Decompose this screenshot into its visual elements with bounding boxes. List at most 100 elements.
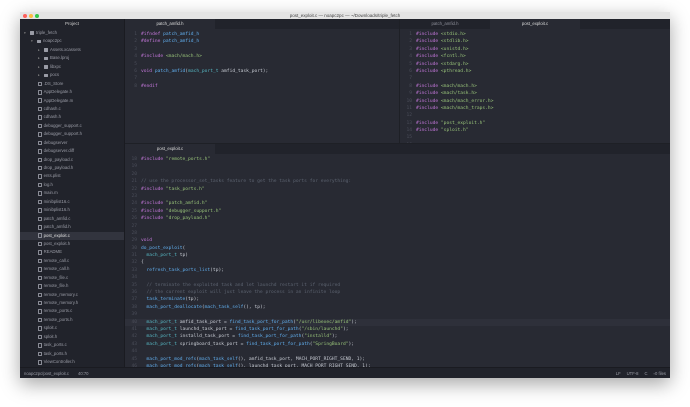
tree-item[interactable]: debugserver (20, 139, 124, 147)
tree-item[interactable]: debugserver.diff (20, 147, 124, 155)
tree-item[interactable]: debugger_support.h (20, 130, 124, 138)
code-line: 3 #include <unistd.h> (400, 46, 670, 53)
tree-item[interactable]: remote_memory.c (20, 291, 124, 299)
tab-bar: post_exploit.c (125, 144, 670, 154)
code-token: <stdarg.h> (440, 61, 469, 67)
code-token: mach_task_self (199, 356, 238, 362)
code-area[interactable]: 18 #include "remote_ports.h" 19 20 21 // use … (125, 154, 670, 367)
project-title: Project (64, 21, 79, 26)
tree-item[interactable]: post_exploit.c (20, 231, 124, 240)
status-line-ending[interactable]: LF (616, 368, 621, 378)
editor-pane-bottom[interactable]: post_exploit.c 18 #include "remote_ports.h… (125, 143, 670, 367)
status-file-path[interactable]: noapc2pc/post_exploit.c (24, 368, 69, 378)
folder-icon (44, 73, 48, 78)
tree-item-label: task_ports.c (43, 342, 67, 348)
tree-item[interactable]: cdhash.h (20, 113, 124, 121)
tree-item[interactable]: ▸ Assets.xcassets (20, 46, 124, 54)
file-icon (38, 132, 42, 137)
chevron-down-icon[interactable]: ▾ (31, 37, 35, 45)
line-number: 2 (134, 39, 137, 45)
code-line: 2 #include <stdlib.h> (400, 38, 670, 45)
tree-item-label: remote_file.c (43, 274, 69, 280)
code-area[interactable]: 1 #ifndef patch_amfid_h 2 #define patch_amf… (125, 29, 399, 90)
file-icon (38, 81, 42, 87)
tree-item[interactable]: ViewController.h (20, 358, 124, 366)
chevron-down-icon[interactable]: ▾ (24, 29, 28, 37)
tree-item[interactable]: sploit.h (20, 333, 124, 341)
tree-item[interactable]: main.m (20, 189, 124, 197)
tree-item[interactable]: remote_call.h (20, 265, 124, 273)
tree-item[interactable]: remote_ports.h (20, 316, 124, 324)
close-button[interactable] (23, 13, 27, 18)
minimize-button[interactable] (29, 13, 33, 18)
code-token: mach_port_t (188, 68, 219, 74)
line-number: 6 (134, 68, 137, 74)
code-area[interactable]: 1 #include <stdio.h> 2 #include <stdlib.h> 3… (400, 29, 670, 143)
code-token: find_task_port_for_path (229, 319, 294, 325)
code-token: #ifndef (141, 32, 164, 37)
tree-item[interactable]: minibplist16.h (20, 206, 124, 214)
tree-item[interactable]: task_ports.c (20, 341, 124, 349)
status-cursor-position[interactable]: 40:70 (78, 368, 88, 378)
tree-item[interactable]: remote_file.h (20, 282, 124, 290)
tree-item[interactable]: debugger_support.c (20, 122, 124, 130)
tree-item[interactable]: sploit.c (20, 324, 124, 332)
code-token: (tp); (210, 267, 224, 273)
editor-pane-top-right[interactable]: patch_amfid.h post_exploit.c 1 #include <st… (400, 19, 670, 143)
tree-item[interactable]: ▸ Base.lproj (20, 54, 124, 62)
tree-item[interactable]: patch_amfid.c (20, 215, 124, 223)
line-number: 10 (406, 98, 412, 104)
tree-item[interactable]: ▾ triple_fetch (20, 29, 124, 37)
tree-item[interactable]: post_exploit.h (20, 240, 124, 248)
file-icon (38, 208, 42, 213)
status-grammar[interactable]: C (645, 368, 648, 378)
code-token: "/sbin/launchd" (301, 326, 343, 332)
tree-item[interactable]: log.h (20, 181, 124, 189)
tree-item[interactable]: cdhash.c (20, 105, 124, 113)
tree-item[interactable]: AppDelegate.h (20, 88, 124, 96)
line-number: 9 (409, 91, 412, 97)
tree-item[interactable]: drop_payload.c (20, 156, 124, 164)
code-line: 32 { (125, 259, 670, 266)
tree-item[interactable]: ▸ pocs (20, 71, 124, 79)
editor-pane-top-left[interactable]: patch_amfid.h 1 #ifndef patch_amfid_h 2 #def… (125, 19, 400, 143)
tree-item[interactable]: ents.plist (20, 172, 124, 180)
tab[interactable]: patch_amfid.h (400, 19, 490, 29)
tree-item[interactable]: README (20, 248, 124, 256)
zoom-button[interactable] (35, 13, 39, 18)
tab[interactable]: post_exploit.c (490, 19, 580, 29)
code-token: mach_port_t (141, 253, 177, 259)
tree-item[interactable]: task_ports.h (20, 350, 124, 358)
tab[interactable]: patch_amfid.h (125, 19, 215, 29)
chevron-right-icon[interactable]: ▸ (38, 71, 42, 79)
tree-item[interactable]: patch_amfid.h (20, 223, 124, 231)
tree-item[interactable]: remote_file.c (20, 274, 124, 282)
status-git-files[interactable]: ▫0 files (654, 368, 666, 378)
tree-item[interactable]: .DS_Store (20, 80, 124, 88)
chevron-right-icon[interactable]: ▸ (38, 54, 42, 62)
tree-item[interactable]: AppDelegate.m (20, 97, 124, 105)
code-line: 44 (125, 348, 670, 355)
tree-item[interactable]: ▸ libxpc (20, 63, 124, 71)
tree-item[interactable]: minibplist16.c (20, 198, 124, 206)
code-line: 5 #include <stdarg.h> (400, 61, 670, 68)
code-token: installd_task_port = (176, 334, 238, 340)
code-token: #endif (141, 83, 158, 89)
tab[interactable]: post_exploit.c (125, 144, 215, 154)
chevron-right-icon[interactable]: ▸ (38, 63, 42, 71)
tree-item[interactable]: ▾ noapc2pc (20, 37, 124, 45)
chevron-right-icon[interactable]: ▸ (38, 46, 42, 54)
tree-item[interactable]: drop_payload.h (20, 164, 124, 172)
code-line: 7 (400, 75, 670, 82)
code-token: #include (141, 54, 166, 60)
status-bar: noapc2pc/post_exploit.c 40:70 LF UTF-8 C… (20, 367, 670, 378)
file-icon (38, 106, 42, 112)
code-token: #include (416, 39, 441, 45)
tree-item[interactable]: remote_ports.c (20, 307, 124, 315)
tree-item[interactable]: remote_memory.h (20, 299, 124, 307)
tree-item-label: Base.lproj (50, 55, 70, 61)
code-token: "task_ports.h" (165, 186, 205, 192)
code-token: (), tp); (243, 304, 266, 310)
tree-item[interactable]: remote_call.c (20, 257, 124, 265)
status-encoding[interactable]: UTF-8 (627, 368, 639, 378)
